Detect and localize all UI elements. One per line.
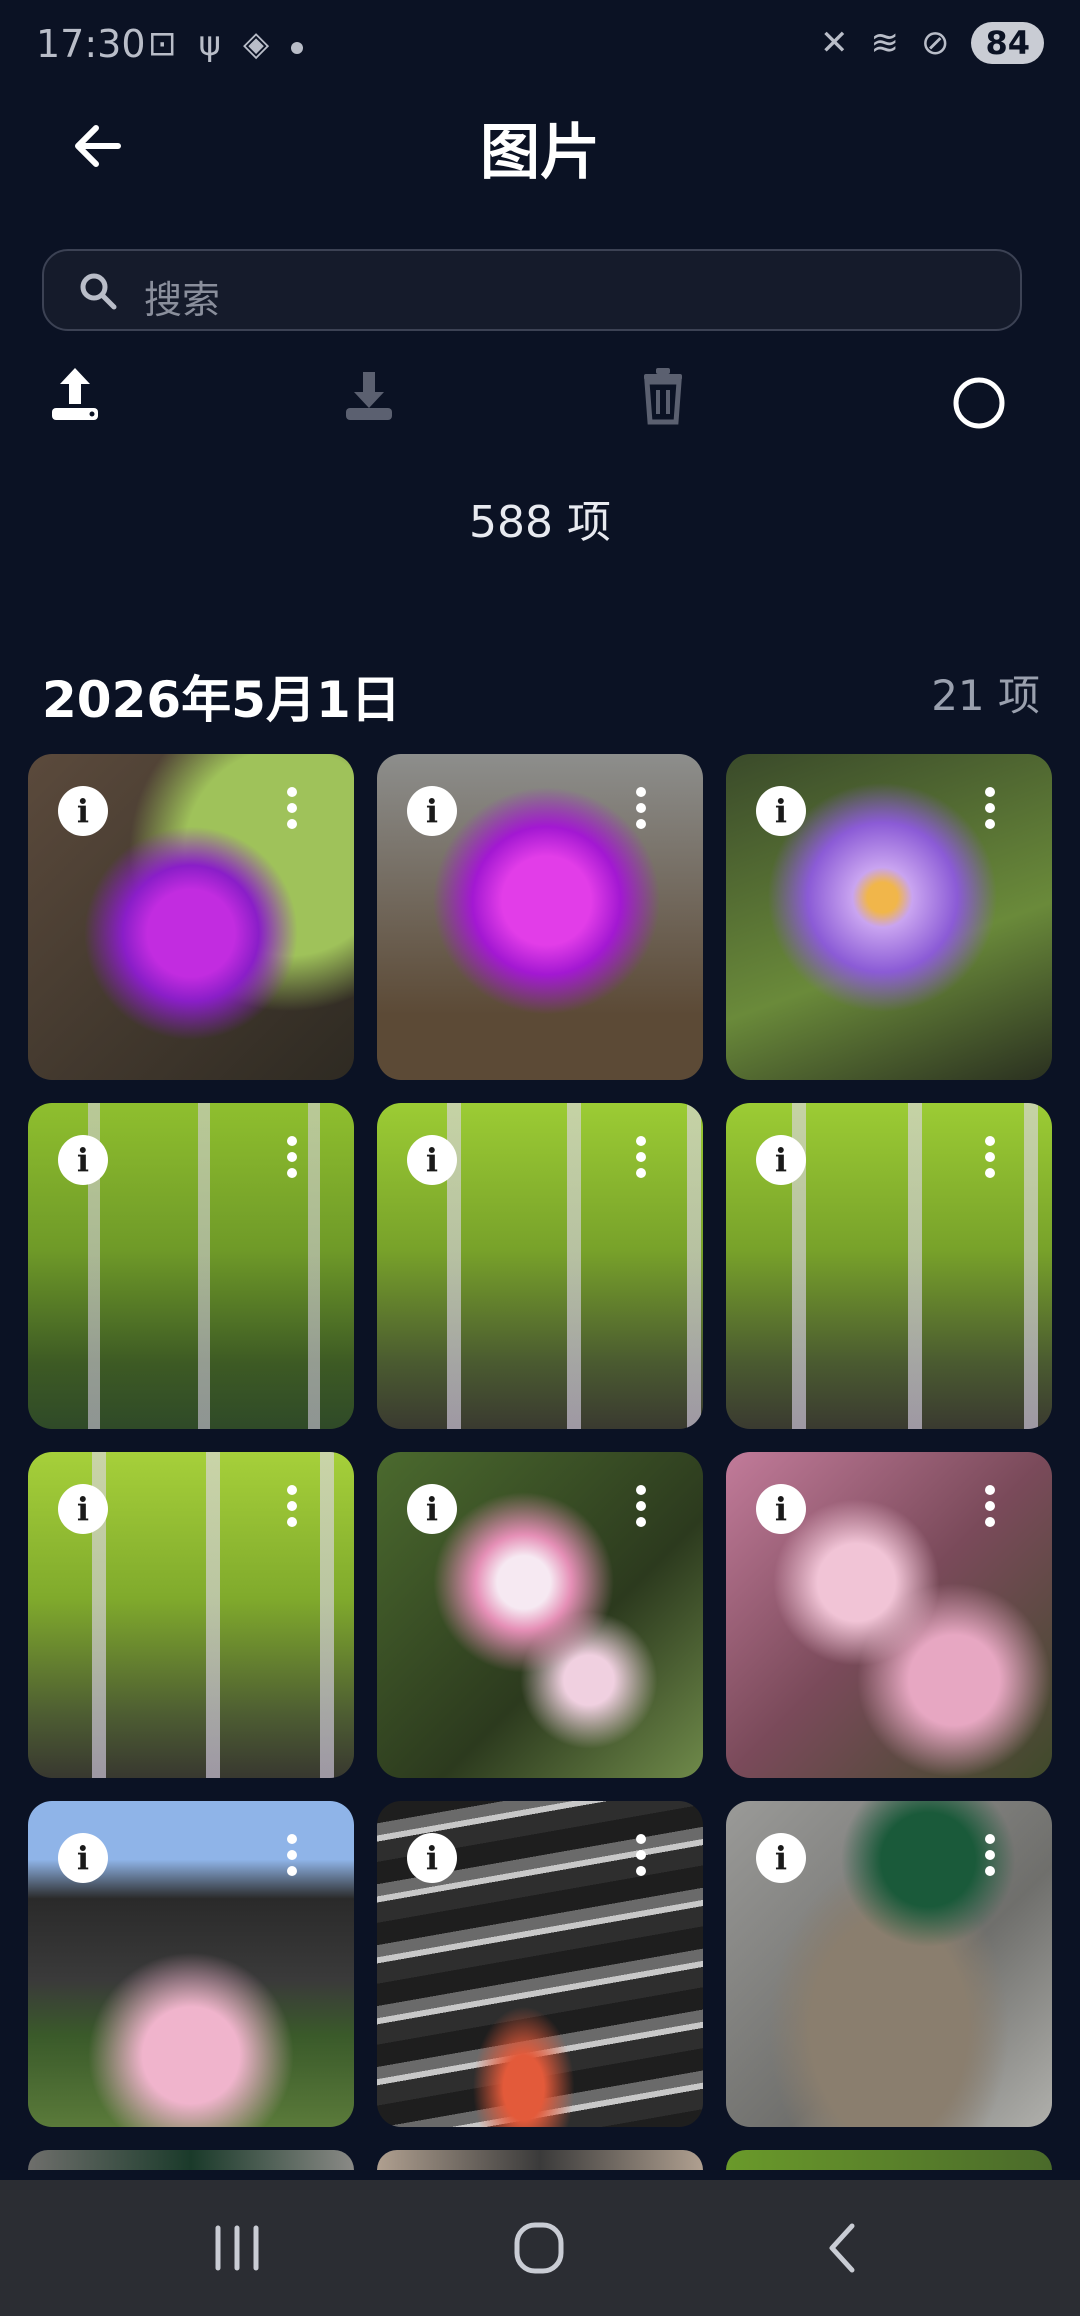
photo-tile[interactable]: i <box>377 754 703 1080</box>
search-icon <box>80 273 117 310</box>
dnd-icon: ⊘ <box>920 23 950 63</box>
app-notification-icon: ◈ <box>242 24 270 64</box>
chevron-left-icon <box>829 2223 855 2273</box>
info-icon[interactable]: i <box>58 1833 108 1883</box>
circle-select-icon <box>953 377 1005 429</box>
status-right-icons: ✕ ≋ ⊘ 84 <box>820 22 1044 64</box>
more-vert-icon[interactable] <box>286 1482 298 1532</box>
photo-tile[interactable]: i <box>28 754 354 1080</box>
info-icon[interactable]: i <box>756 786 806 836</box>
more-notifications-icon <box>291 42 304 54</box>
more-vert-icon[interactable] <box>984 1831 996 1881</box>
info-icon[interactable]: i <box>756 1135 806 1185</box>
photo-tile[interactable]: i <box>28 1103 354 1429</box>
more-vert-icon[interactable] <box>635 1831 647 1881</box>
upload-button[interactable] <box>40 360 110 430</box>
home-button[interactable] <box>504 2218 574 2278</box>
photo-tile[interactable]: i <box>726 1103 1052 1429</box>
photo-tile[interactable]: i <box>377 1103 703 1429</box>
photo-tile[interactable]: i <box>726 1801 1052 2127</box>
more-vert-icon[interactable] <box>286 1831 298 1881</box>
page-title: 图片 <box>480 118 600 188</box>
info-icon[interactable]: i <box>58 786 108 836</box>
usb-icon: ψ <box>198 24 221 64</box>
photo-tile[interactable] <box>377 2150 703 2170</box>
wifi-icon: ≋ <box>870 23 899 63</box>
photo-tile[interactable] <box>726 2150 1052 2170</box>
search-input[interactable]: 搜索 <box>42 249 1022 331</box>
info-icon[interactable]: i <box>407 786 457 836</box>
more-vert-icon[interactable] <box>984 784 996 834</box>
group-date: 2026年5月1日 <box>42 671 401 729</box>
upload-icon <box>52 368 98 420</box>
info-icon[interactable]: i <box>407 1833 457 1883</box>
download-icon <box>346 372 392 420</box>
more-vert-icon[interactable] <box>635 1133 647 1183</box>
select-all-button[interactable] <box>944 360 1014 430</box>
more-vert-icon[interactable] <box>635 1482 647 1532</box>
group-count: 21 项 <box>931 671 1040 720</box>
photo-tile[interactable]: i <box>726 1452 1052 1778</box>
info-icon[interactable]: i <box>58 1135 108 1185</box>
back-nav-button[interactable] <box>808 2218 878 2278</box>
search-placeholder: 搜索 <box>144 278 221 322</box>
photo-tile[interactable]: i <box>377 1452 703 1778</box>
delete-button[interactable] <box>628 360 698 430</box>
info-icon[interactable]: i <box>756 1833 806 1883</box>
info-icon[interactable]: i <box>407 1135 457 1185</box>
info-icon[interactable]: i <box>407 1484 457 1534</box>
more-vert-icon[interactable] <box>286 1133 298 1183</box>
total-count: 588 项 <box>469 497 611 548</box>
status-bar: 17:30 ⊡ ψ ◈ ✕ ≋ ⊘ 84 <box>0 0 1080 96</box>
info-icon[interactable]: i <box>756 1484 806 1534</box>
photo-tile[interactable]: i <box>28 1452 354 1778</box>
photo-tile[interactable]: i <box>377 1801 703 2127</box>
more-vert-icon[interactable] <box>635 784 647 834</box>
home-icon <box>514 2222 564 2274</box>
photo-tile[interactable]: i <box>28 1801 354 2127</box>
more-vert-icon[interactable] <box>984 1133 996 1183</box>
recent-apps-button[interactable] <box>202 2218 272 2278</box>
more-vert-icon[interactable] <box>984 1482 996 1532</box>
status-time: 17:30 <box>36 22 146 66</box>
recent-apps-icon <box>215 2225 259 2271</box>
action-toolbar <box>0 360 1080 440</box>
info-icon[interactable]: i <box>58 1484 108 1534</box>
photo-tile[interactable] <box>28 2150 354 2170</box>
status-left-icons: ⊡ ψ ◈ <box>148 24 304 64</box>
battery-indicator: 84 <box>971 22 1044 64</box>
system-navigation-bar <box>0 2180 1080 2316</box>
download-button[interactable] <box>334 360 404 430</box>
more-vert-icon[interactable] <box>286 784 298 834</box>
mute-icon: ✕ <box>819 23 849 63</box>
app-header: 图片 <box>0 96 1080 246</box>
screenshot-icon: ⊡ <box>148 24 177 64</box>
trash-icon <box>644 368 682 425</box>
photo-tile[interactable]: i <box>726 754 1052 1080</box>
